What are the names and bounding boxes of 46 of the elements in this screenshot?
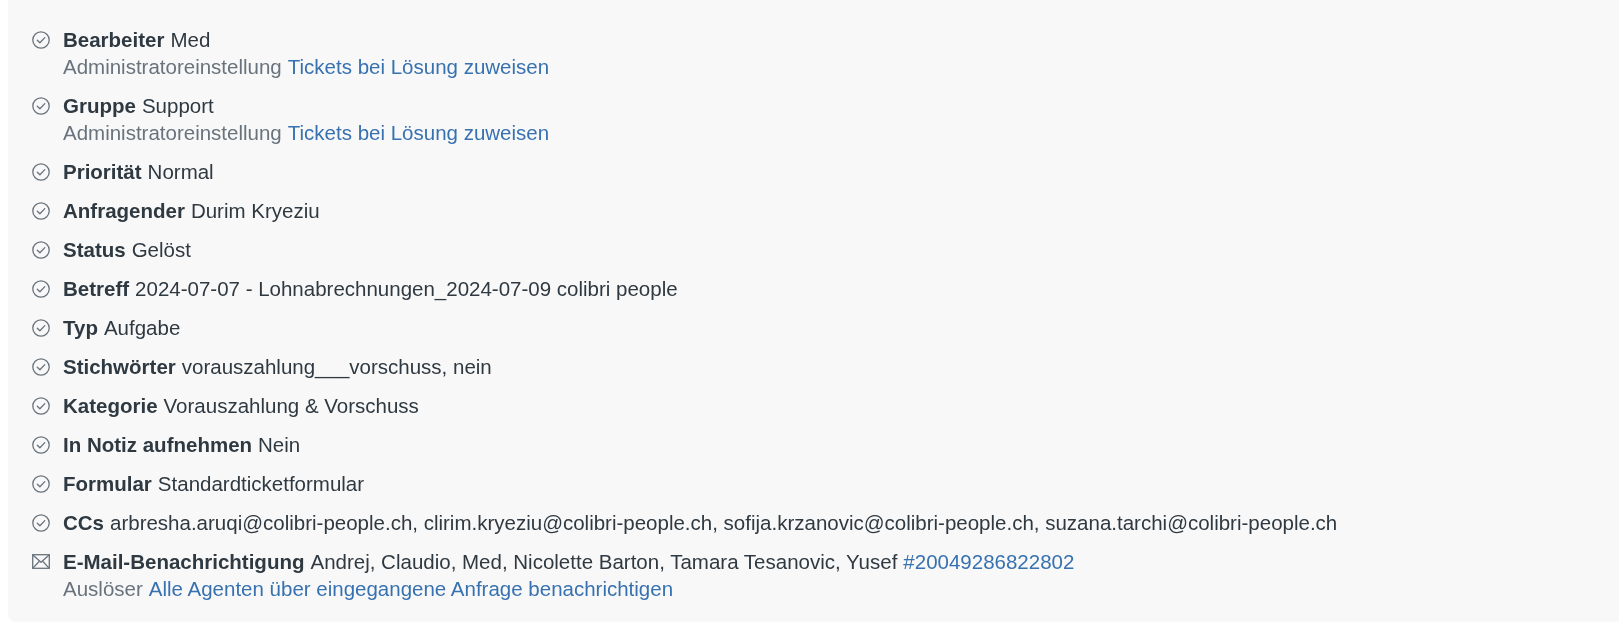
field-label: Anfragender bbox=[63, 198, 185, 224]
detail-label: Administratoreinstellung bbox=[63, 54, 282, 80]
field-value: 2024-07-07 - Lohnabrechnungen_2024-07-09 colibri people bbox=[135, 276, 678, 302]
rule-link[interactable]: Alle Agenten über eingegangene Anfrage benachrichtigen bbox=[148, 575, 674, 602]
check-circle-icon bbox=[32, 240, 50, 259]
check-circle-icon bbox=[32, 474, 50, 493]
field-value: arbresha.aruqi@colibri-people.ch, clirim.kryeziu@colibri-people.ch, sofija.krzanovic@colibri-people.ch, suzana.tarchi@colibri-people.ch bbox=[110, 510, 1338, 536]
field-value: Aufgabe bbox=[103, 315, 181, 341]
detail-label: Auslöser bbox=[63, 576, 143, 602]
rule-link[interactable]: Tickets bei Lösung zuweisen bbox=[287, 53, 550, 80]
field-value: Durim Kryeziu bbox=[190, 198, 320, 224]
field-label: Betreff bbox=[63, 276, 130, 302]
field-label: Priorität bbox=[63, 159, 142, 185]
field-value: vorauszahlung___vorschuss, nein bbox=[181, 354, 492, 380]
field-value: Andrej, Claudio, Med, Nicolette Barton, Tamara Tesanovic, Yusef bbox=[310, 549, 898, 575]
check-circle-icon bbox=[32, 513, 50, 532]
check-circle-icon bbox=[32, 96, 50, 115]
field-label: Gruppe bbox=[63, 93, 136, 119]
field-value: Support bbox=[141, 93, 214, 119]
field-value: Vorauszahlung & Vorschuss bbox=[163, 393, 419, 419]
check-circle-icon bbox=[32, 30, 50, 49]
field-label: Bearbeiter bbox=[63, 27, 165, 53]
field-value: Standardticketformular bbox=[157, 471, 365, 497]
rule-link[interactable]: Tickets bei Lösung zuweisen bbox=[287, 119, 550, 146]
check-circle-icon bbox=[32, 396, 50, 415]
ticket-link[interactable]: #20049286822802 bbox=[903, 548, 1075, 575]
field-label: In Notiz aufnehmen bbox=[63, 432, 253, 458]
field-value: Nein bbox=[258, 432, 301, 458]
check-circle-icon bbox=[32, 201, 50, 220]
envelope-icon bbox=[32, 554, 50, 569]
check-circle-icon bbox=[32, 318, 50, 337]
field-label: Status bbox=[63, 237, 126, 263]
field-label: Stichwörter bbox=[63, 354, 176, 380]
check-circle-icon bbox=[32, 435, 50, 454]
check-circle-icon bbox=[32, 279, 50, 298]
detail-label: Administratoreinstellung bbox=[63, 120, 282, 146]
field-label: Typ bbox=[63, 315, 98, 341]
check-circle-icon bbox=[32, 357, 50, 376]
field-label: Formular bbox=[63, 471, 152, 497]
field-value: Gelöst bbox=[131, 237, 191, 263]
check-circle-icon bbox=[32, 162, 50, 181]
field-value: Normal bbox=[147, 159, 214, 185]
field-value: Med bbox=[170, 27, 211, 53]
field-label: E-Mail-Benachrichtigung bbox=[63, 549, 305, 575]
field-label: CCs bbox=[63, 510, 104, 536]
field-label: Kategorie bbox=[63, 393, 158, 419]
